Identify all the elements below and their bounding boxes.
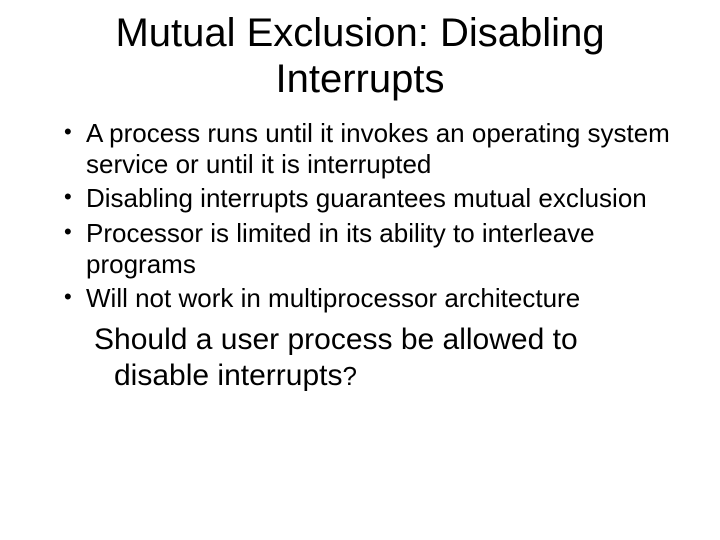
- bullet-list: A process runs until it invokes an opera…: [30, 118, 690, 314]
- question-mark: ?: [342, 361, 356, 391]
- list-item: Will not work in multiprocessor architec…: [64, 283, 690, 314]
- list-item: Processor is limited in its ability to i…: [64, 218, 690, 279]
- question-body: Should a user process be allowed to disa…: [94, 323, 578, 392]
- slide-title: Mutual Exclusion: Disabling Interrupts: [70, 10, 650, 102]
- list-item: Disabling interrupts guarantees mutual e…: [64, 183, 690, 214]
- list-item: A process runs until it invokes an opera…: [64, 118, 690, 179]
- slide: Mutual Exclusion: Disabling Interrupts A…: [0, 0, 720, 540]
- question-text: Should a user process be allowed to disa…: [94, 322, 650, 394]
